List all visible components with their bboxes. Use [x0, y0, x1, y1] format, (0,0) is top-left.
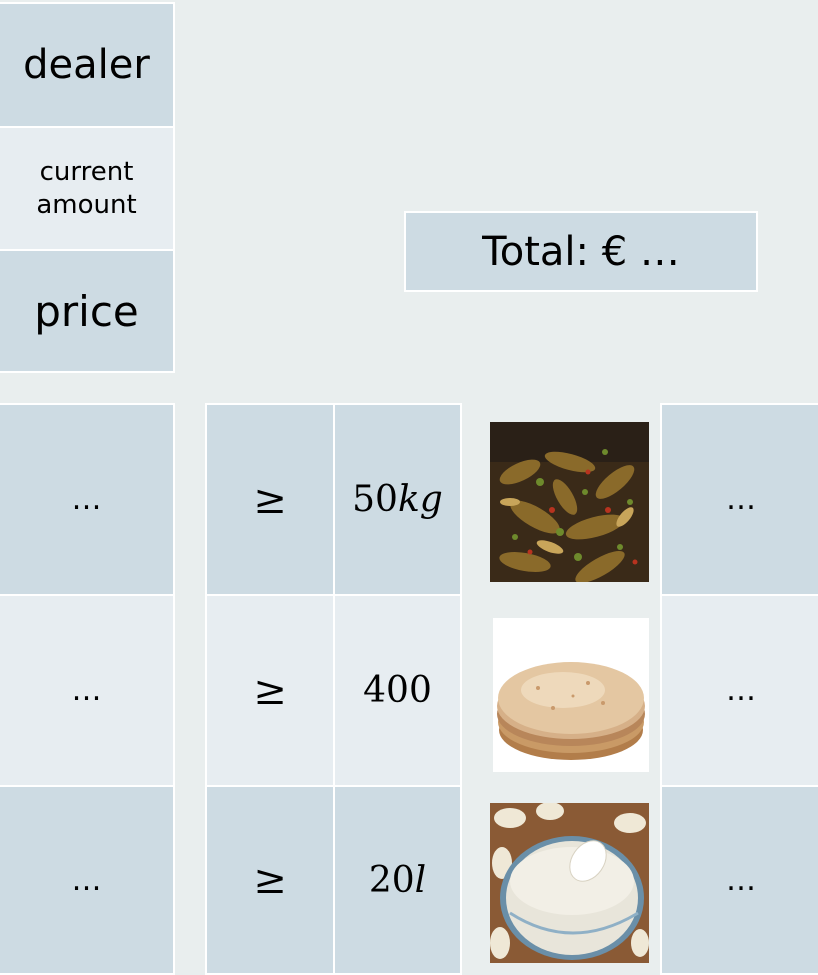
- relation-cell-3: ≥: [205, 785, 335, 975]
- white-dip-drawing: [490, 803, 649, 963]
- relation-symbol-1: ≥: [253, 476, 287, 523]
- dealer-cell-3: …: [0, 785, 175, 975]
- amount-number-1: 50: [352, 479, 398, 520]
- price-value-1: …: [726, 482, 756, 517]
- relation-symbol-3: ≥: [253, 857, 287, 903]
- white-dip-image: [490, 803, 649, 963]
- dealer-value-2: …: [71, 673, 102, 708]
- legend-price: price: [0, 249, 175, 373]
- amount-unit-1: kg: [397, 479, 443, 520]
- pita-bread-image: [493, 618, 649, 772]
- dealer-cell-1: …: [0, 403, 175, 596]
- pita-bread-drawing: [493, 618, 649, 772]
- dealer-value-3: …: [71, 862, 102, 898]
- amount-number-2: 400: [363, 670, 432, 711]
- relation-cell-2: ≥: [205, 594, 335, 787]
- amount-cell-1: 50 kg: [333, 403, 462, 596]
- amount-cell-3: 20 l: [333, 785, 462, 975]
- legend-dealer-label: dealer: [23, 42, 150, 88]
- dealer-cell-2: …: [0, 594, 175, 787]
- legend-dealer: dealer: [0, 2, 175, 128]
- price-value-3: …: [726, 862, 756, 898]
- price-cell-1: …: [660, 403, 818, 596]
- relation-symbol-2: ≥: [253, 667, 287, 714]
- curry-dish-drawing: [490, 422, 649, 582]
- relation-cell-1: ≥: [205, 403, 335, 596]
- price-cell-2: …: [660, 594, 818, 787]
- legend-price-label: price: [34, 286, 139, 336]
- total-label: Total: € …: [482, 228, 680, 275]
- dealer-value-1: …: [71, 482, 102, 517]
- amount-unit-3: l: [414, 859, 427, 901]
- amount-number-3: 20: [368, 859, 415, 901]
- curry-dish-image: [490, 422, 649, 582]
- legend-current-amount: current amount: [0, 126, 175, 251]
- price-value-2: …: [726, 673, 756, 708]
- amount-cell-2: 400: [333, 594, 462, 787]
- price-cell-3: …: [660, 785, 818, 975]
- total-box: Total: € …: [404, 211, 758, 292]
- legend-current-amount-label: current amount: [36, 157, 137, 220]
